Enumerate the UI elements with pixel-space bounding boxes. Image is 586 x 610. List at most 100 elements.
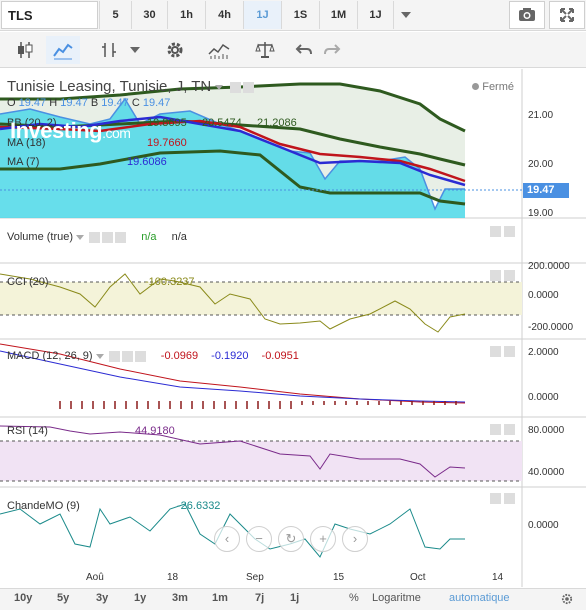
rsi-tick-40: 40.0000	[528, 467, 565, 478]
chandemo-value: -26.6332	[177, 500, 221, 512]
log-toggle[interactable]: Logaritme	[372, 592, 421, 604]
ma18-value: 19.7660	[147, 137, 187, 149]
chart-type-dropdown[interactable]	[124, 36, 146, 64]
ma7-legend: MA (7) 19.6086	[7, 156, 167, 168]
settings-button[interactable]	[158, 36, 192, 64]
rsi-legend: RSI (14) 44.9180	[7, 425, 175, 437]
logo-suffix: .com	[102, 125, 131, 141]
x-tick-18: 18	[167, 572, 179, 583]
chandemo-legend: ChandeMO (9) -26.6332	[7, 500, 220, 512]
close-icon[interactable]	[134, 350, 146, 362]
close-label: C	[131, 97, 140, 109]
settings-icon[interactable]	[229, 81, 241, 93]
chevron-down-icon[interactable]	[95, 353, 104, 359]
ma7-label: MA (7)	[7, 156, 40, 168]
macd-tick-0: 0.0000	[528, 392, 559, 403]
range-3m[interactable]: 3m	[172, 592, 188, 604]
undo-button[interactable]	[290, 36, 318, 64]
chevron-down-icon	[400, 12, 411, 18]
chart-title-text: Tunisie Leasing, Tunisie, J, TN	[7, 78, 212, 95]
logo-text: Investing	[10, 118, 103, 143]
range-1d[interactable]: 1j	[290, 592, 299, 604]
auto-toggle[interactable]: automatique	[449, 592, 510, 604]
screenshot-button[interactable]	[509, 1, 545, 29]
range-1m[interactable]: 1m	[212, 592, 228, 604]
cci-legend: CCI (20) -100.3237	[7, 276, 195, 288]
redo-button[interactable]	[318, 36, 346, 64]
rsi-value: 44.9180	[135, 425, 175, 437]
area-chart-button[interactable]	[46, 36, 80, 64]
chevron-down-icon[interactable]	[215, 84, 224, 90]
pane-down-icon[interactable]	[504, 493, 515, 504]
reset-button[interactable]: ↻	[278, 526, 304, 552]
timeframe-dropdown[interactable]	[393, 1, 417, 29]
fullscreen-button[interactable]	[549, 1, 585, 29]
percent-toggle[interactable]: %	[349, 592, 359, 604]
compare-button[interactable]	[248, 36, 282, 64]
macd-legend: MACD (12, 26, 9) -0.0969 -0.1920 -0.0951	[7, 350, 299, 362]
chandemo-tick-0: 0.0000	[528, 520, 559, 531]
pane-up-icon[interactable]	[490, 493, 501, 504]
y-tick-20: 20.00	[528, 159, 554, 170]
scale-icon	[255, 42, 275, 58]
x-tick-14: 14	[492, 572, 504, 583]
timeframe-30[interactable]: 30	[131, 1, 167, 29]
range-7d[interactable]: 7j	[255, 592, 264, 604]
open-value: 19.47	[18, 97, 47, 109]
pane-down-icon[interactable]	[504, 424, 515, 435]
close-icon[interactable]	[242, 81, 254, 93]
low-label: B	[90, 97, 99, 109]
pane-up-icon[interactable]	[490, 346, 501, 357]
gear-icon	[167, 42, 183, 58]
timeframe-1m[interactable]: 1M	[319, 1, 357, 29]
timeframe-4h[interactable]: 4h	[205, 1, 243, 29]
scroll-left-button[interactable]: ‹	[214, 526, 240, 552]
zoom-in-button[interactable]: +	[310, 526, 336, 552]
range-10y[interactable]: 10y	[14, 592, 32, 604]
price-chart[interactable]	[0, 69, 586, 587]
investing-logo: Investing.com	[10, 118, 131, 144]
pane-down-icon[interactable]	[504, 346, 515, 357]
symbol-input[interactable]: TLS	[1, 1, 98, 29]
chevron-down-icon	[130, 47, 140, 53]
pane-up-icon[interactable]	[490, 226, 501, 237]
cci-tick-0: 0.0000	[528, 290, 559, 301]
indicators-icon	[208, 43, 230, 59]
bar-chart-button[interactable]	[92, 36, 126, 64]
pane-up-icon[interactable]	[490, 270, 501, 281]
timeframe-5[interactable]: 5	[99, 1, 131, 29]
settings-icon[interactable]	[121, 350, 133, 362]
close-icon[interactable]	[115, 231, 127, 243]
pane-down-icon[interactable]	[504, 226, 515, 237]
rsi-label: RSI (14)	[7, 425, 48, 437]
timeframe-1w[interactable]: 1S	[281, 1, 319, 29]
ma7-value: 19.6086	[127, 156, 167, 168]
range-3y[interactable]: 3y	[96, 592, 108, 604]
pane-up-icon[interactable]	[490, 424, 501, 435]
visibility-icon[interactable]	[108, 350, 120, 362]
range-1y[interactable]: 1y	[134, 592, 146, 604]
macd-signal-value: -0.1920	[211, 350, 249, 362]
settings-icon[interactable]	[102, 231, 114, 243]
top-toolbar: TLS 5 30 1h 4h 1J 1S 1M 1J	[0, 0, 586, 31]
gear-icon[interactable]	[561, 593, 573, 605]
visibility-icon[interactable]	[89, 231, 101, 243]
low-value: 19.47	[101, 97, 129, 109]
candlestick-button[interactable]	[8, 36, 42, 64]
ohlc-bar-icon	[102, 43, 116, 57]
candlestick-icon	[18, 42, 33, 58]
range-5y[interactable]: 5y	[57, 592, 69, 604]
scroll-right-button[interactable]: ›	[342, 526, 368, 552]
volume-legend: Volume (true) n/a n/a	[7, 231, 187, 243]
range-toolbar: 10y 5y 3y 1y 3m 1m 7j 1j % Logaritme aut…	[0, 588, 586, 610]
zoom-out-button[interactable]: −	[246, 526, 272, 552]
chevron-down-icon[interactable]	[76, 234, 85, 240]
timeframe-1j[interactable]: 1J	[357, 1, 393, 29]
indicators-button[interactable]	[202, 36, 236, 64]
volume-value-1: n/a	[141, 231, 157, 243]
status-dot-icon	[472, 83, 480, 90]
timeframe-1d[interactable]: 1J	[243, 1, 281, 29]
pane-down-icon[interactable]	[504, 270, 515, 281]
expand-icon	[560, 8, 574, 22]
timeframe-1h[interactable]: 1h	[167, 1, 205, 29]
